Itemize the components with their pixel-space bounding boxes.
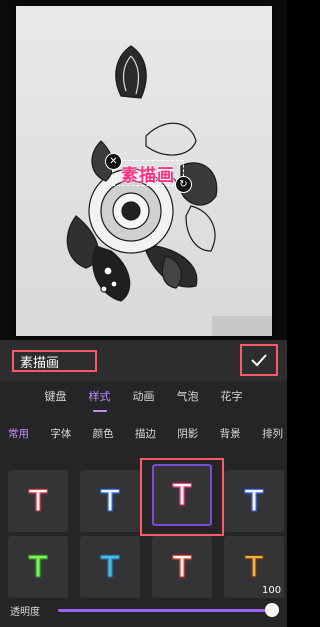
text-input[interactable] — [12, 350, 97, 372]
style-glyph: T — [173, 550, 191, 583]
subtab-stroke[interactable]: 描边 — [135, 426, 156, 441]
rotate-scale-icon[interactable]: ↻ — [175, 176, 192, 193]
style-glyph: T — [245, 550, 263, 583]
photo-shadow — [212, 316, 272, 336]
subtab-background[interactable]: 背景 — [220, 426, 241, 441]
tab-fancy-text[interactable]: 花字 — [221, 386, 243, 410]
opacity-slider-thumb[interactable] — [265, 603, 279, 617]
style-preset[interactable]: T — [8, 536, 68, 598]
canvas-preview[interactable]: 素描画 ✕ ↻ — [0, 0, 287, 340]
style-glyph: T — [101, 484, 119, 517]
sticker-text[interactable]: 素描画 — [121, 161, 175, 186]
opacity-label: 透明度 — [10, 607, 40, 618]
tab-bubble[interactable]: 气泡 — [177, 386, 199, 410]
opacity-slider[interactable] — [58, 609, 270, 612]
style-subtabs: 常用 字体 颜色 描边 阴影 背景 排列 — [8, 426, 283, 441]
confirm-button[interactable] — [240, 344, 278, 376]
selection-highlight — [140, 458, 224, 536]
style-preset[interactable]: T — [80, 470, 140, 532]
subtab-font[interactable]: 字体 — [50, 426, 71, 441]
style-preset[interactable]: T — [80, 536, 140, 598]
subtab-shadow[interactable]: 阴影 — [177, 426, 198, 441]
text-edit-panel: 键盘 样式 动画 气泡 花字 常用 字体 颜色 描边 阴影 背景 排列 T T … — [0, 340, 287, 627]
style-glyph: T — [101, 550, 119, 583]
tab-animation[interactable]: 动画 — [133, 386, 155, 410]
style-preset[interactable]: T — [224, 470, 284, 532]
opacity-value: 100 — [262, 585, 282, 596]
main-tabs: 键盘 样式 动画 气泡 花字 — [0, 386, 287, 412]
style-glyph: T — [245, 484, 263, 517]
text-input-row — [0, 340, 287, 381]
close-icon[interactable]: ✕ — [105, 153, 122, 170]
subtab-color[interactable]: 颜色 — [93, 426, 114, 441]
tab-keyboard[interactable]: 键盘 — [45, 386, 67, 410]
style-preset[interactable]: T — [152, 536, 212, 598]
subtab-common[interactable]: 常用 — [8, 426, 29, 441]
style-preset[interactable]: T — [8, 470, 68, 532]
style-glyph: T — [29, 484, 47, 517]
text-sticker[interactable]: 素描画 ✕ ↻ — [105, 153, 192, 193]
subtab-arrange[interactable]: 排列 — [262, 426, 283, 441]
opacity-row: 透明度 100 — [0, 585, 287, 627]
checkmark-icon — [251, 354, 267, 367]
style-glyph: T — [29, 550, 47, 583]
tab-style[interactable]: 样式 — [89, 386, 111, 412]
